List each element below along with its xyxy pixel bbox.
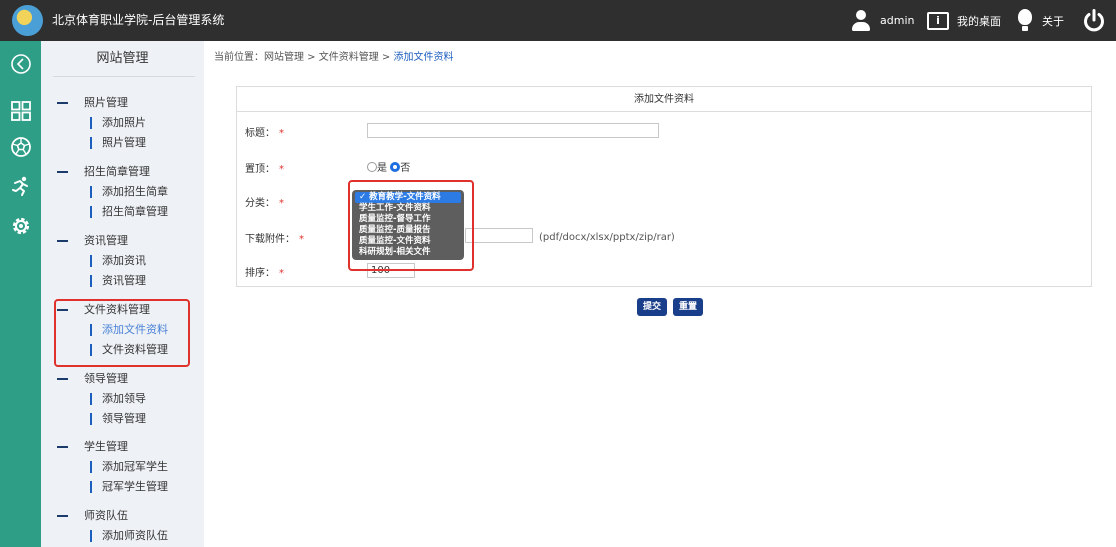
nav-item-photo-manage[interactable]: 照片管理 [57, 133, 197, 153]
nav-group-photos: 照片管理 添加照片 照片管理 [57, 93, 197, 153]
nav-group-label[interactable]: 领导管理 [57, 369, 197, 389]
attachment-label: 下载附件： * [245, 234, 304, 245]
about-link[interactable]: 关于 [1016, 0, 1064, 41]
nav-item-add-photo[interactable]: 添加照片 [57, 113, 197, 133]
logout-button[interactable] [1082, 0, 1106, 41]
nav-item-add-faculty[interactable]: 添加师资队伍 [57, 526, 197, 546]
school-logo [12, 5, 43, 36]
nav-item-add-leader[interactable]: 添加领导 [57, 389, 197, 409]
breadcrumb-path: 当前位置：网站管理 > 文件资料管理 > [214, 52, 394, 63]
sidebar-highlight-box [54, 299, 190, 367]
my-desktop-label: 我的桌面 [957, 14, 1001, 28]
dropdown-highlight-box [348, 180, 474, 271]
nav-item-champion-manage[interactable]: 冠军学生管理 [57, 477, 197, 497]
sidebar-title: 网站管理 [96, 51, 149, 66]
form-title: 添加文件资料 [237, 87, 1091, 112]
icon-rail [0, 41, 41, 547]
my-desktop-link[interactable]: i 我的桌面 [927, 0, 1001, 41]
title-input[interactable] [367, 123, 659, 138]
about-label: 关于 [1042, 14, 1064, 28]
bulb-icon [1016, 8, 1034, 33]
breadcrumb: 当前位置：网站管理 > 文件资料管理 > 添加文件资料 [214, 48, 453, 63]
top-header: 北京体育职业学院-后台管理系统 admin i 我的桌面 关于 [0, 0, 1116, 41]
user-menu[interactable]: admin [850, 0, 914, 41]
gear-icon[interactable] [8, 213, 34, 239]
pin-radio-group: 是 否 [367, 159, 410, 174]
nav-group-admissions: 招生简章管理 添加招生简章 招生简章管理 [57, 162, 197, 222]
desk-icon: i [927, 11, 949, 30]
nav-group-faculty: 师资队伍 添加师资队伍 [57, 506, 197, 546]
nav-item-news-manage[interactable]: 资讯管理 [57, 271, 197, 291]
nav-item-admission-manage[interactable]: 招生简章管理 [57, 202, 197, 222]
nav-item-add-admission[interactable]: 添加招生简章 [57, 182, 197, 202]
grid-icon[interactable] [8, 98, 34, 124]
username-label: admin [880, 14, 915, 27]
user-icon [850, 9, 872, 32]
nav-group-label[interactable]: 招生简章管理 [57, 162, 197, 182]
reset-button[interactable]: 重置 [673, 298, 704, 316]
nav-group-label[interactable]: 学生管理 [57, 437, 197, 457]
collapse-arrow-icon[interactable] [8, 51, 34, 77]
sidebar: 网站管理 照片管理 添加照片 照片管理 招生简章管理 添加招生简章 招生简章管理… [41, 41, 204, 547]
nav-item-add-news[interactable]: 添加资讯 [57, 251, 197, 271]
runner-icon[interactable] [8, 173, 34, 199]
pin-yes-radio[interactable] [367, 162, 377, 172]
app-title: 北京体育职业学院-后台管理系统 [52, 13, 225, 27]
nav-group-label[interactable]: 资讯管理 [57, 231, 197, 251]
nav-group-leaders: 领导管理 添加领导 领导管理 [57, 369, 197, 429]
breadcrumb-current[interactable]: 添加文件资料 [393, 52, 453, 63]
submit-button[interactable]: 提交 [637, 298, 668, 316]
nav-group-label[interactable]: 照片管理 [57, 93, 197, 113]
order-label: 排序： * [245, 268, 284, 279]
nav-item-leader-manage[interactable]: 领导管理 [57, 409, 197, 429]
nav-group-students: 学生管理 添加冠军学生 冠军学生管理 [57, 437, 197, 497]
power-icon [1084, 8, 1104, 31]
nav-group-news: 资讯管理 添加资讯 资讯管理 [57, 231, 197, 291]
soccer-ball-icon[interactable] [8, 134, 34, 160]
pin-yes-label: 是 [377, 163, 387, 174]
attachment-format-hint: (pdf/docx/xlsx/pptx/zip/rar) [539, 232, 675, 243]
category-label: 分类： * [245, 198, 284, 209]
sidebar-divider [53, 76, 195, 77]
pin-no-radio[interactable] [390, 162, 401, 172]
pin-no-label: 否 [400, 163, 411, 174]
pin-label: 置顶： * [245, 164, 284, 175]
nav-item-add-champion[interactable]: 添加冠军学生 [57, 457, 197, 477]
nav-group-label[interactable]: 师资队伍 [57, 506, 197, 526]
title-label: 标题： * [245, 128, 284, 139]
attachment-file-input[interactable] [465, 228, 533, 243]
